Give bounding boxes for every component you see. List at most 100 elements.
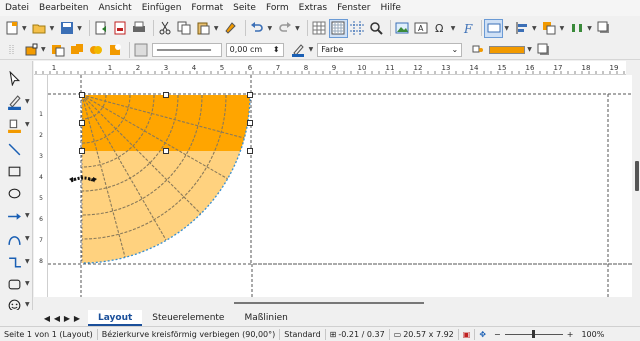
zoom-slider[interactable] (504, 330, 563, 338)
handle-top-center[interactable] (163, 92, 169, 98)
helplines-icon[interactable] (349, 20, 366, 37)
menu-fenster[interactable]: Fenster (332, 0, 375, 16)
connector-dropdown-icon[interactable]: ▼ (25, 258, 30, 265)
shape-fill-icon[interactable] (50, 41, 67, 58)
fill-color-swatch[interactable] (489, 45, 526, 54)
select-arrow-icon[interactable] (4, 69, 24, 87)
transformations-dropdown-icon[interactable]: ▼ (504, 25, 509, 32)
rectangle-tool-icon[interactable] (4, 162, 24, 180)
horizontal-scrollbar[interactable] (34, 297, 632, 309)
shape-subtract-icon[interactable] (107, 41, 124, 58)
special-character-dropdown-icon[interactable]: ▼ (451, 25, 456, 32)
distribute-icon[interactable] (568, 20, 585, 37)
open-dropdown-icon[interactable]: ▼ (50, 25, 55, 32)
menu-seite[interactable]: Seite (228, 0, 261, 16)
handle-left-center[interactable] (79, 120, 85, 126)
symbol-shapes-dropdown-icon[interactable]: ▼ (25, 301, 30, 308)
transformations-icon[interactable] (484, 18, 504, 38)
arrange-icon[interactable] (541, 20, 558, 37)
handle-right-center[interactable] (247, 148, 253, 154)
canvas-drawing[interactable] (48, 75, 632, 297)
undo-icon[interactable] (249, 20, 266, 37)
export-icon[interactable] (93, 20, 110, 37)
vertical-scrollbar[interactable] (632, 61, 640, 313)
zoom-icon[interactable] (368, 20, 385, 37)
align-objects-icon[interactable] (513, 20, 530, 37)
paste-icon[interactable] (195, 20, 212, 37)
insert-image-icon[interactable] (394, 20, 411, 37)
line-color-tool-dropdown-icon[interactable]: ▼ (25, 98, 30, 105)
redo-icon[interactable] (276, 20, 293, 37)
fill-color-icon[interactable] (468, 41, 485, 58)
insert-textbox-icon[interactable]: A (413, 20, 430, 37)
ellipse-tool-icon[interactable] (4, 184, 24, 202)
copy-icon[interactable] (176, 20, 193, 37)
redo-dropdown-icon[interactable]: ▼ (295, 25, 300, 32)
area-style-select[interactable]: Farbe ⌄ (317, 42, 463, 57)
save-dropdown-icon[interactable]: ▼ (77, 25, 82, 32)
basic-shapes-dropdown-icon[interactable]: ▼ (25, 280, 30, 287)
line-dialog-icon[interactable] (133, 41, 150, 58)
shape-merge-icon[interactable] (88, 41, 105, 58)
arrow-line-tool-icon[interactable] (4, 207, 24, 225)
tab-layout[interactable]: Layout (88, 310, 143, 326)
curve-dropdown-icon[interactable]: ▼ (25, 235, 30, 242)
status-page[interactable]: Seite 1 von 1 (Layout) (0, 330, 97, 339)
spin-icon[interactable]: ⬍ (273, 45, 280, 54)
status-zoom[interactable]: 100% (577, 330, 608, 339)
line-color-dropdown-icon[interactable]: ▼ (309, 46, 314, 53)
line-color-tool-icon[interactable] (4, 93, 24, 111)
handle-bottom-left[interactable] (79, 148, 85, 154)
arrange-dropdown-icon[interactable]: ▼ (560, 25, 565, 32)
handle-top-left[interactable] (79, 92, 85, 98)
line-tool-icon[interactable] (4, 140, 24, 158)
line-width-field[interactable]: 0,00 cm ⬍ (225, 42, 284, 57)
line-style-select[interactable] (151, 42, 222, 57)
export-pdf-icon[interactable] (112, 20, 129, 37)
last-tab-icon[interactable]: ▶ (72, 314, 82, 323)
drawing-canvas[interactable] (48, 75, 632, 297)
fill-color-dropdown-icon[interactable]: ▼ (527, 46, 532, 53)
zoom-out-icon[interactable]: − (490, 330, 505, 339)
first-tab-icon[interactable]: ◀ (42, 314, 52, 323)
menu-extras[interactable]: Extras (294, 0, 332, 16)
quarter-circle-shape[interactable] (82, 95, 250, 263)
vertical-scroll-thumb[interactable] (635, 161, 639, 191)
arrow-line-dropdown-icon[interactable]: ▼ (25, 212, 30, 219)
horizontal-scroll-thumb[interactable] (234, 302, 424, 304)
display-grid-icon[interactable] (328, 18, 348, 38)
fill-color-tool-dropdown-icon[interactable]: ▼ (25, 121, 30, 128)
shadow-toggle-icon[interactable] (536, 41, 553, 58)
line-color-icon[interactable] (290, 41, 307, 58)
chevron-down-icon[interactable]: ⌄ (452, 45, 459, 54)
basic-shapes-icon[interactable] (4, 275, 24, 293)
prev-tab-icon[interactable]: ◀ (52, 314, 62, 323)
handle-bottom-center[interactable] (163, 148, 169, 154)
menu-hilfe[interactable]: Hilfe (375, 0, 405, 16)
zoom-slider-thumb[interactable] (531, 330, 535, 338)
status-layout[interactable]: Standard (280, 330, 324, 339)
menu-form[interactable]: Form (261, 0, 294, 16)
points-dropdown-icon[interactable]: ▼ (41, 46, 46, 53)
cut-icon[interactable] (157, 20, 174, 37)
shape-union-icon[interactable] (69, 41, 86, 58)
next-tab-icon[interactable]: ▶ (62, 314, 72, 323)
new-dropdown-icon[interactable]: ▼ (22, 25, 27, 32)
fit-page-icon[interactable]: ✥ (475, 330, 490, 339)
menu-einfuegen[interactable]: Einfügen (137, 0, 187, 16)
align-dropdown-icon[interactable]: ▼ (532, 25, 537, 32)
shadow-icon[interactable] (596, 20, 613, 37)
menu-ansicht[interactable]: Ansicht (93, 0, 136, 16)
menu-bearbeiten[interactable]: Bearbeiten (34, 0, 93, 16)
menu-datei[interactable]: Datei (0, 0, 34, 16)
connector-tool-icon[interactable] (4, 253, 24, 271)
grid-icon[interactable] (311, 20, 328, 37)
open-folder-icon[interactable] (31, 20, 48, 37)
points-icon[interactable] (22, 41, 39, 58)
clone-formatting-icon[interactable] (223, 20, 240, 37)
fontwork-icon[interactable]: F (459, 20, 476, 37)
curve-tool-icon[interactable] (4, 230, 24, 248)
save-icon[interactable] (58, 20, 75, 37)
menu-format[interactable]: Format (186, 0, 228, 16)
special-character-icon[interactable]: Ω (432, 20, 449, 37)
